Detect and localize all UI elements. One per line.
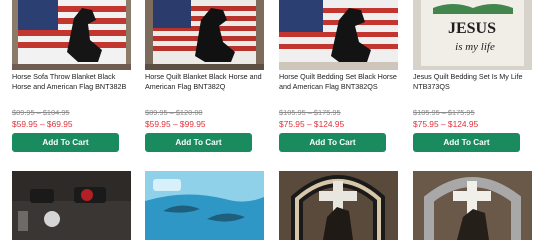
sale-price: $75.95 – $124.95 (413, 119, 479, 129)
product-card[interactable]: Horse Sofa Throw Blanket Black Horse and… (12, 0, 131, 162)
add-to-cart-button[interactable]: Add To Cart (145, 133, 252, 152)
original-price: $89.95 – $104.95 (12, 108, 70, 117)
sale-price: $59.95 – $69.95 (12, 119, 73, 129)
product-title[interactable]: Jesus Quilt Bedding Set Is My Life NTB37… (413, 72, 532, 92)
add-to-cart-button[interactable]: Add To Cart (12, 133, 119, 152)
product-grid: Horse Sofa Throw Blanket Black Horse and… (0, 0, 540, 240)
original-price: $105.95 – $175.95 (279, 108, 341, 117)
product-title[interactable]: Horse Sofa Throw Blanket Black Horse and… (12, 72, 131, 92)
add-to-cart-button[interactable]: Add To Cart (279, 133, 386, 152)
horse-flag-quilt-image[interactable] (145, 0, 264, 70)
sale-price: $75.95 – $124.95 (279, 119, 345, 129)
cross-horseshoe-horse-image[interactable] (279, 171, 398, 240)
jesus-quilt-text: JESUS (448, 20, 496, 37)
product-card[interactable]: Horse Quilt Blanket Black Horse and Amer… (145, 0, 264, 162)
original-price: $105.95 – $175.95 (413, 108, 475, 117)
jesus-quilt-image[interactable]: JESUS is my life (413, 0, 532, 70)
product-card[interactable]: Horse Quilt Bedding Set Black Horse and … (279, 0, 398, 162)
jesus-quilt-subtext: is my life (455, 41, 495, 53)
product-card[interactable]: JESUS is my life Jesus Quilt Bedding Set… (413, 0, 532, 162)
horse-flag-bedding-image[interactable] (279, 0, 398, 70)
horse-flag-blanket-image[interactable] (12, 0, 131, 70)
product-title[interactable]: Horse Quilt Blanket Black Horse and Amer… (145, 72, 264, 92)
sale-price: $59.95 – $99.95 (145, 119, 206, 129)
cross-horseshoe-quilt-image[interactable] (413, 171, 532, 240)
product-title[interactable]: Horse Quilt Bedding Set Black Horse and … (279, 72, 398, 92)
skull-rose-bedding-image[interactable] (12, 171, 131, 240)
add-to-cart-button[interactable]: Add To Cart (413, 133, 520, 152)
original-price: $89.95 – $120.00 (145, 108, 203, 117)
dolphin-bedding-image[interactable] (145, 171, 264, 240)
